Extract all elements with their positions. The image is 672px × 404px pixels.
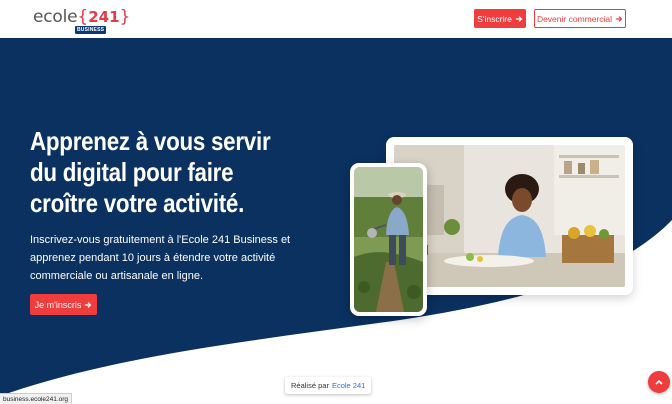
- logo-badge: BUSINESS: [75, 26, 107, 34]
- hero-subtext: Inscrivez-vous gratuitement à l'Ecole 24…: [30, 234, 291, 282]
- logo-word: ecole: [33, 7, 78, 27]
- status-bar-url: business.ecole241.org: [0, 393, 73, 404]
- credit-link[interactable]: Ecole 241: [332, 381, 365, 390]
- arrow-right-icon: [615, 15, 623, 22]
- logo-number: 241: [88, 8, 120, 26]
- laptop-screen-image: [394, 145, 625, 287]
- phone-mockup: [350, 163, 427, 316]
- commercial-label: Devenir commercial: [536, 13, 613, 24]
- become-commercial-button[interactable]: Devenir commercial: [534, 9, 626, 28]
- chevron-up-icon: [655, 379, 663, 385]
- credit-badge: Réalisé par Ecole 241: [285, 377, 372, 394]
- logo-brace-close: }: [119, 7, 131, 27]
- credit-prefix: Réalisé par: [291, 381, 329, 390]
- kitchen-photo: [394, 145, 625, 287]
- hero-signup-button[interactable]: Je m'inscris: [30, 294, 97, 315]
- signup-button[interactable]: S'inscrire: [474, 9, 526, 28]
- farmer-photo: [354, 167, 423, 312]
- scroll-top-button[interactable]: [648, 371, 670, 393]
- top-navbar: ecole{241} BUSINESS S'inscrire Devenir c…: [0, 0, 672, 38]
- phone-screen-image: [354, 167, 423, 312]
- hero-signup-label: Je m'inscris: [34, 299, 82, 310]
- arrow-right-icon: [515, 15, 523, 22]
- hero-headline: Apprenez à vous servir du digital pour f…: [30, 126, 271, 218]
- signup-label: S'inscrire: [477, 13, 512, 24]
- arrow-right-icon: [85, 301, 92, 308]
- ecole241-logo[interactable]: ecole{241} BUSINESS: [33, 7, 130, 35]
- logo-brace-open: {: [77, 7, 89, 27]
